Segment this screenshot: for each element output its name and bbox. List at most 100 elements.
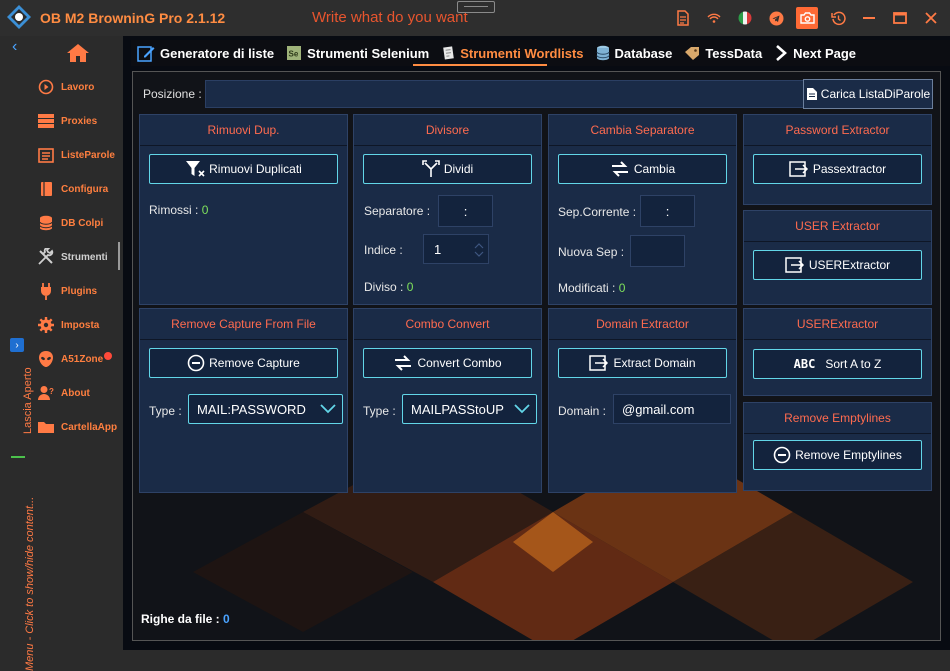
title-bar-controls [672,6,942,30]
home-icon[interactable] [66,43,90,68]
chevron-down-icon [320,404,336,414]
remove-capture-button[interactable]: Remove Capture [149,348,338,378]
card-title: USER Extractor [795,219,880,233]
export-icon [589,355,609,371]
title-bar[interactable]: OB M2 BrowninG Pro 2.1.12 Write what do … [0,0,950,36]
active-tab-underline [413,64,547,66]
gear-icon [36,315,56,335]
svg-text:?: ? [49,387,54,396]
sidebar-item-listeparole[interactable]: ListeParole [36,144,122,166]
maximize-icon[interactable] [889,7,911,29]
sidebar-item-dbcolpi[interactable]: DB Colpi [36,212,122,234]
nuova-sep-input[interactable] [630,235,685,267]
edit-icon [137,46,155,62]
database-icon [596,45,610,61]
modificati-value: 0 [618,281,626,295]
svg-text:Se: Se [289,50,299,59]
tab-bar: Generatore di liste Se Strumenti Seleniu… [131,40,950,66]
card-title: Remove Emptylines [784,411,891,425]
export-icon [789,161,808,177]
userextractor-button[interactable]: USERExtractor [753,250,922,280]
righe-value: 0 [223,612,230,626]
play-icon [36,77,56,97]
convert-combo-button[interactable]: Convert Combo [363,348,532,378]
rimuovi-duplicati-button[interactable]: Rimuovi Duplicati [149,154,338,184]
sidebar-item-proxies[interactable]: Proxies [36,110,122,132]
collapse-sidebar-icon[interactable]: ‹ [12,38,17,56]
camera-icon[interactable] [796,7,818,29]
minus-circle-icon [187,354,205,372]
type-label: Type : [363,404,396,418]
tab-next-page[interactable]: Next Page [768,40,862,66]
sidebar-item-imposta[interactable]: Imposta [36,314,122,336]
keep-open-toggle[interactable]: Lascia Aperto [22,367,34,434]
domain-input[interactable]: @gmail.com [613,394,731,424]
sidebar-item-label: Configura [61,183,109,195]
card-title: Remove Capture From File [171,317,316,331]
user-question-icon: ? [36,383,56,403]
password-extractor-card: Password Extractor Passextractor [743,114,932,205]
card-title: Combo Convert [405,317,490,331]
card-title: Divisore [425,123,470,137]
menu-toggle[interactable]: Menu - Click to show/hide content... [24,497,36,671]
sidebar-item-a51zone[interactable]: A51Zone [36,348,122,370]
extract-domain-button[interactable]: Extract Domain [558,348,727,378]
tab-database[interactable]: Database [590,40,679,66]
list-icon [36,145,56,165]
separatore-input[interactable]: : [438,195,493,227]
book-icon [36,179,56,199]
wifi-icon[interactable] [703,7,725,29]
indice-stepper[interactable]: 1 [423,234,489,264]
capture-type-select[interactable]: MAIL:PASSWORD [188,394,343,424]
remove-emptylines-card: Remove Emptylines Remove Emptylines [743,402,932,491]
sidebar-item-cartellaapp[interactable]: CartellaApp [36,416,122,438]
card-title: Rimuovi Dup. [207,123,280,137]
close-icon[interactable] [920,7,942,29]
passextractor-button[interactable]: Passextractor [753,154,922,184]
alien-icon [36,349,56,369]
document-icon[interactable] [672,7,694,29]
sep-corrente-input[interactable]: : [640,195,695,227]
app-tagline: Write what do you want [312,9,468,26]
tab-selenium[interactable]: Se Strumenti Selenium [280,40,435,66]
card-title: Domain Extractor [596,317,689,331]
app-logo-icon [7,5,31,29]
drag-handle[interactable] [457,1,495,13]
combo-type-select[interactable]: MAILPASStoUP [402,394,537,424]
split-icon [422,160,440,177]
remove-emptylines-button[interactable]: Remove Emptylines [753,440,922,470]
italy-flag-icon[interactable] [734,7,756,29]
notification-dot [104,352,113,360]
sidebar-item-about[interactable]: ? About [36,382,122,404]
telegram-icon[interactable] [765,7,787,29]
domain-label: Domain : [558,404,607,418]
sidebar-item-strumenti[interactable]: Strumenti [36,246,122,268]
toggle-indicator [11,456,25,458]
minimize-icon[interactable] [858,7,880,29]
posizione-input[interactable] [205,80,807,108]
sidebar-item-label: Strumenti [61,251,108,263]
nuova-sep-label: Nuova Sep : [558,245,625,259]
carica-lista-button[interactable]: Carica ListaDiParole [803,79,933,109]
app-title: OB M2 BrowninG Pro 2.1.12 [40,10,226,26]
tab-wordlists[interactable]: Strumenti Wordlists [435,40,589,66]
dividi-button[interactable]: Dividi [363,154,532,184]
chevron-right-icon [776,45,788,61]
history-icon[interactable] [827,7,849,29]
cambia-button[interactable]: Cambia [558,154,727,184]
tab-tessdata[interactable]: TessData [678,40,768,66]
rimuovi-dup-card: Rimuovi Dup. Rimuovi Duplicati Rimossi :… [139,114,348,305]
sidebar-item-label: Lavoro [61,81,95,93]
sidebar-item-configura[interactable]: Configura [36,178,122,200]
expand-sidebar-icon[interactable]: › [10,338,24,352]
wordlists-panel: Posizione : Carica ListaDiParole Rimuovi… [132,71,941,641]
stepper-arrows-icon[interactable] [474,243,484,257]
tab-generatore[interactable]: Generatore di liste [131,40,280,66]
sort-a-to-z-button[interactable]: ABC Sort A to Z [753,349,922,379]
swap-icon [611,161,628,177]
combo-convert-card: Combo Convert Convert Combo Type : MAILP… [353,308,542,493]
card-title: USERExtractor [796,317,879,331]
sidebar-item-plugins[interactable]: Plugins [36,280,122,302]
sidebar-item-lavoro[interactable]: Lavoro [36,76,122,98]
righe-da-file: Righe da file : 0 [141,612,230,626]
